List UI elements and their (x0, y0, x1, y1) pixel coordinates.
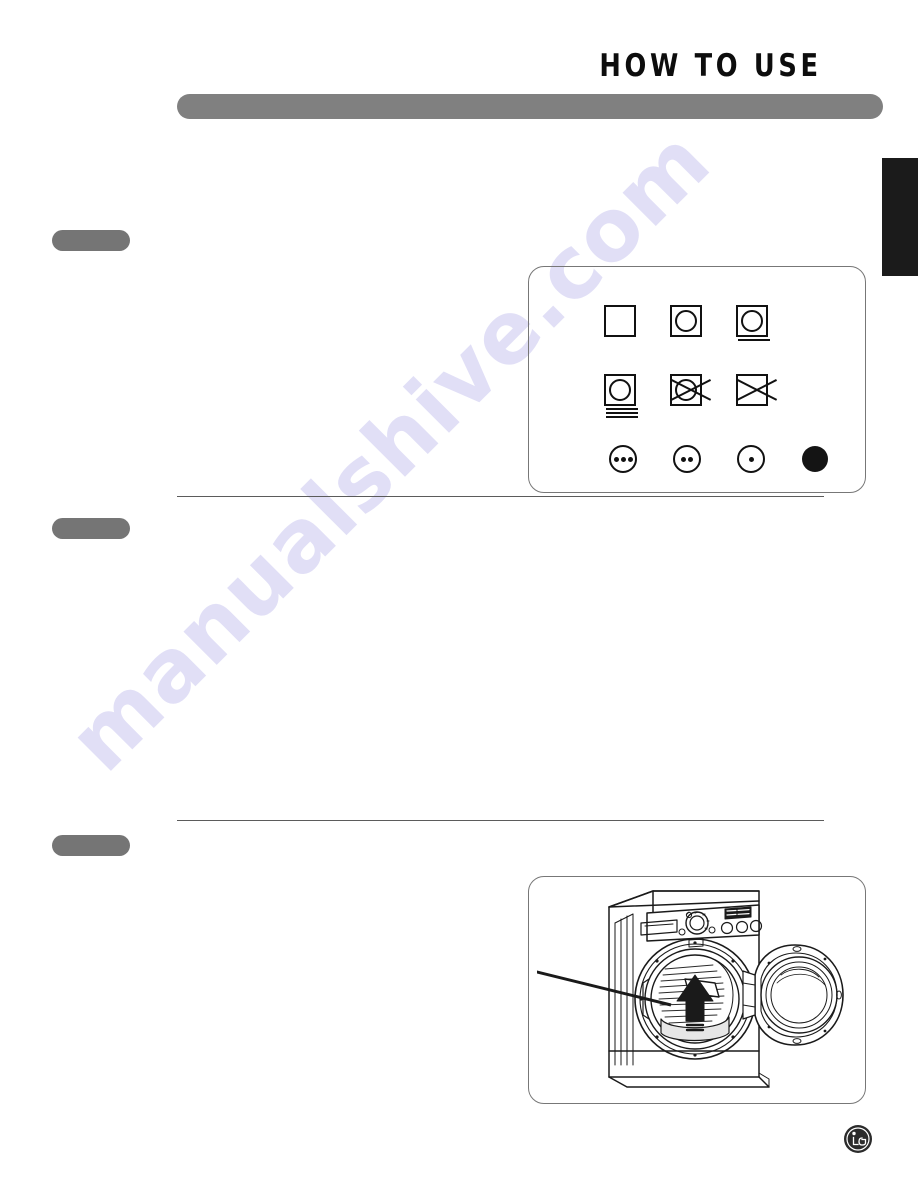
section-header-bar (177, 94, 883, 119)
square-symbol (601, 302, 639, 340)
washing-machine-illustration (537, 890, 844, 1088)
circle-one-dot-symbol (732, 440, 770, 478)
circle-two-dots-symbol (668, 440, 706, 478)
section-divider-1 (177, 496, 824, 497)
filled-circle-symbol (796, 440, 834, 478)
figure-front-load-washer (528, 876, 866, 1104)
square-circle-crossed-symbol (667, 371, 712, 409)
figure-laundry-care-symbols (528, 266, 866, 493)
section-divider-2 (177, 820, 824, 821)
circle-three-dots-symbol (604, 440, 642, 478)
section-marker-2 (52, 518, 130, 539)
square-circle-symbol (667, 302, 705, 340)
symbol-row-3 (604, 440, 834, 478)
lg-logo (844, 1125, 872, 1153)
symbol-row-1 (601, 302, 771, 341)
section-marker-1 (52, 230, 130, 251)
square-circle-three-line-symbol (601, 371, 639, 418)
manual-page: manualshive.com HOW TO USE (0, 0, 918, 1188)
symbol-row-2 (601, 371, 778, 418)
page-title: HOW TO USE (599, 48, 822, 84)
section-marker-3 (52, 835, 130, 856)
chapter-edge-tab (882, 158, 918, 276)
square-crossed-symbol (733, 371, 778, 409)
square-circle-one-line-symbol (733, 302, 771, 341)
